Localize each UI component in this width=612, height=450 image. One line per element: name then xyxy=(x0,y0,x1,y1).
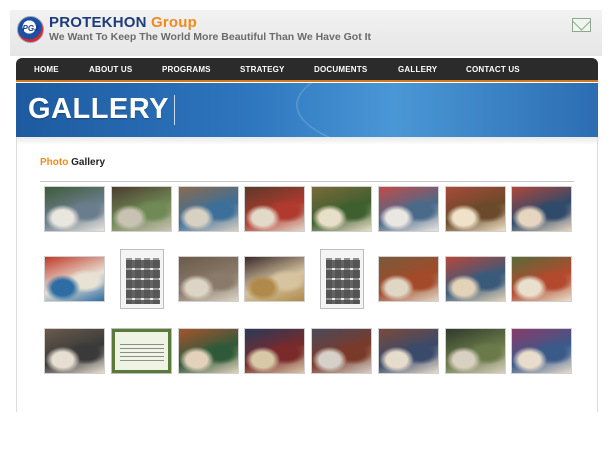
gallery-thumbnail[interactable] xyxy=(178,328,239,374)
nav-item-home[interactable]: HOME xyxy=(34,65,59,74)
brand-name-main: PROTEKHON xyxy=(49,14,147,31)
nav-item-gallery[interactable]: GALLERY xyxy=(398,65,437,74)
gallery-thumbnail[interactable] xyxy=(120,249,164,309)
gallery-thumbnail[interactable] xyxy=(378,328,439,374)
gallery-thumbnail[interactable] xyxy=(111,186,172,232)
banner-divider xyxy=(174,95,175,125)
gallery-thumbnail[interactable] xyxy=(320,249,364,309)
nav-item-about-us[interactable]: ABOUT US xyxy=(89,65,132,74)
section-divider xyxy=(40,181,574,182)
banner-title: GALLERY xyxy=(28,93,169,125)
nav-item-contact-us[interactable]: CONTACT US xyxy=(466,65,520,74)
gallery-thumbnail[interactable] xyxy=(244,328,305,374)
logo-icon[interactable]: PGJ xyxy=(17,16,44,43)
main-nav: HOME ABOUT US PROGRAMS STRATEGY DOCUMENT… xyxy=(16,58,598,82)
gallery-thumbnail[interactable] xyxy=(378,186,439,232)
gallery-thumbnail[interactable] xyxy=(445,328,506,374)
gallery-thumbnail[interactable] xyxy=(244,186,305,232)
gallery-thumbnail[interactable] xyxy=(311,328,372,374)
mail-icon[interactable] xyxy=(572,18,591,32)
brand-name-accent: Group xyxy=(151,14,198,31)
nav-item-documents[interactable]: DOCUMENTS xyxy=(314,65,367,74)
gallery-thumbnail[interactable] xyxy=(378,256,439,302)
gallery-thumbnail[interactable] xyxy=(511,328,572,374)
nav-item-programs[interactable]: PROGRAMS xyxy=(162,65,211,74)
section-title-accent: Photo xyxy=(40,157,69,168)
gallery-thumbnail[interactable] xyxy=(178,186,239,232)
gallery-thumbnail[interactable] xyxy=(44,256,105,302)
gallery-thumbnail[interactable] xyxy=(311,186,372,232)
gallery-thumbnail[interactable] xyxy=(111,328,172,374)
page: PGJ PROTEKHON Group We Want To Keep The … xyxy=(0,0,612,450)
nav-item-strategy[interactable]: STRATEGY xyxy=(240,65,285,74)
gallery-thumbnail[interactable] xyxy=(511,256,572,302)
brand-name[interactable]: PROTEKHON Group xyxy=(49,14,197,31)
gallery-thumbnail[interactable] xyxy=(178,256,239,302)
section-title: Photo Gallery xyxy=(40,157,105,168)
page-banner: GALLERY xyxy=(16,83,598,137)
content-area: Photo Gallery xyxy=(16,137,598,412)
gallery-thumbnail[interactable] xyxy=(511,186,572,232)
gallery-thumbnail[interactable] xyxy=(445,186,506,232)
site-header: PGJ PROTEKHON Group We Want To Keep The … xyxy=(10,10,602,56)
tagline: We Want To Keep The World More Beautiful… xyxy=(49,31,372,43)
logo-text: PGJ xyxy=(22,24,39,33)
gallery-thumbnail[interactable] xyxy=(445,256,506,302)
content-shade xyxy=(17,137,597,145)
gallery-thumbnail[interactable] xyxy=(44,186,105,232)
gallery-thumbnail[interactable] xyxy=(244,256,305,302)
section-title-text: Gallery xyxy=(71,157,106,168)
gallery-thumbnail[interactable] xyxy=(44,328,105,374)
